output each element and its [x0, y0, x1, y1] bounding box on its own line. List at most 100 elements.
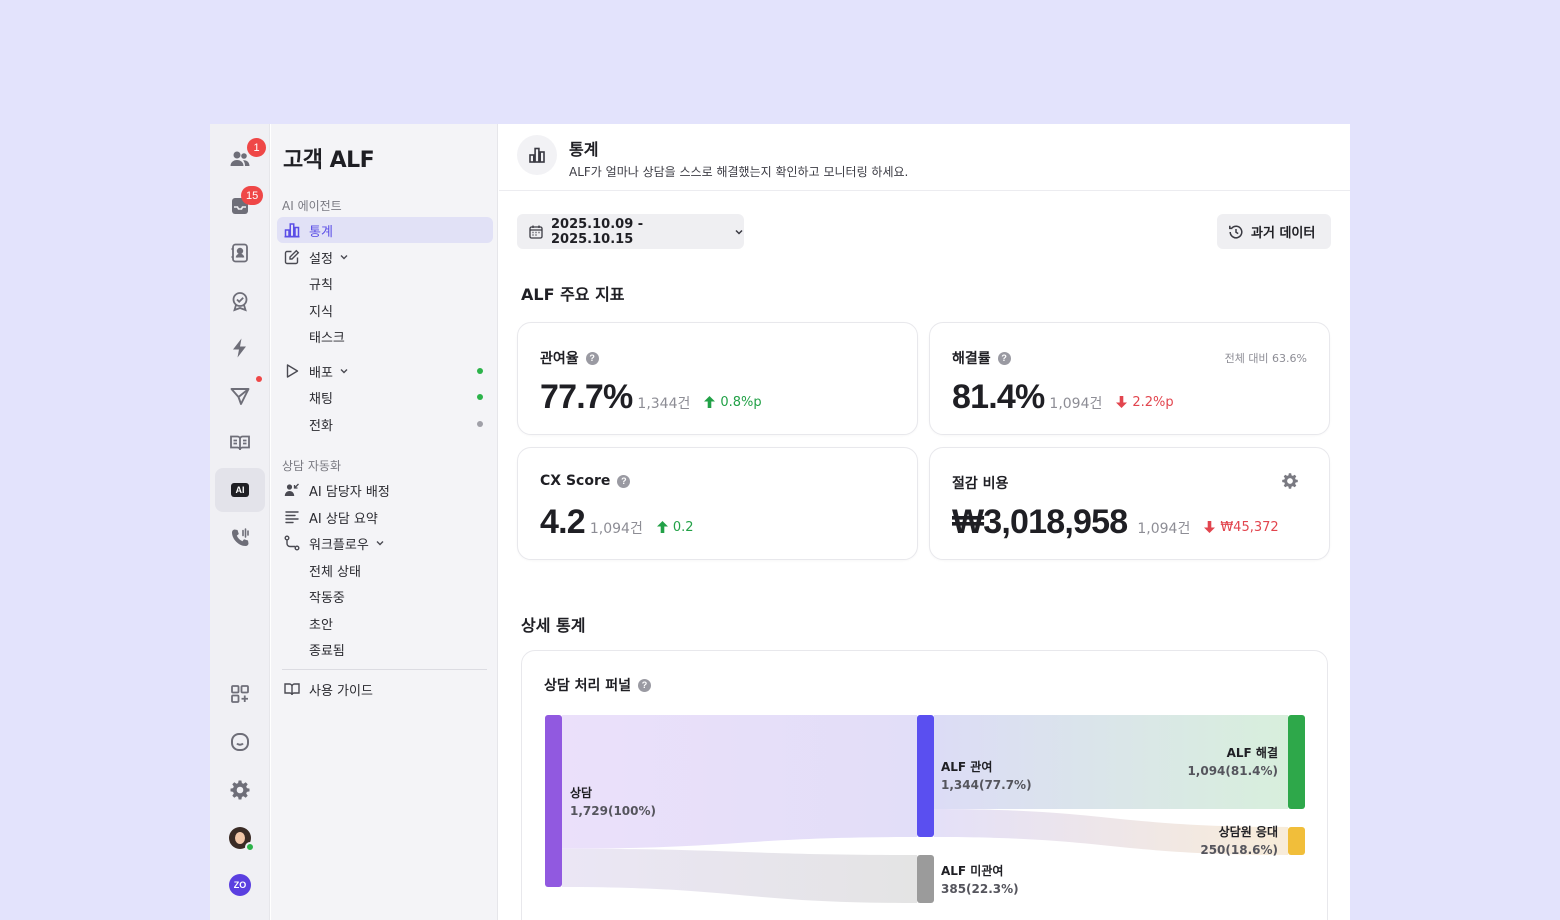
rail-contacts-button[interactable]: [215, 231, 265, 275]
metric-delta: 0.8%p: [704, 394, 762, 410]
sidebar-item-settings[interactable]: 설정: [277, 244, 493, 270]
app-window: 1 15 AI ZO 고객 ALF AI 에이전트 통계 설정 규칙 지식 태스…: [210, 124, 1350, 920]
metric-side-note: 전체 대비 63.6%: [1224, 352, 1307, 365]
chevron-down-icon: [339, 252, 349, 262]
ai-icon: AI: [231, 483, 249, 497]
metric-delta-value: 0.8%p: [720, 394, 762, 410]
metric-value: 81.4%: [952, 378, 1045, 416]
sidebar-divider: [282, 669, 487, 670]
open-book-icon: [229, 432, 251, 454]
metric-label-text: 절감 비용: [952, 476, 1009, 492]
rail-team-chat-button[interactable]: 1: [215, 137, 266, 181]
sidebar-item-label: 종료됨: [309, 643, 345, 659]
sidebar-item-phone[interactable]: 전화: [277, 411, 493, 437]
history-icon: [1228, 224, 1244, 240]
sidebar-item-label: 전체 상태: [309, 564, 361, 580]
sankey-node-alf-involved: [917, 715, 934, 837]
sidebar-item-rules[interactable]: 규칙: [277, 270, 493, 296]
page-title: 통계: [569, 140, 599, 159]
node-name: 상담원 응대: [1218, 825, 1278, 839]
history-data-button[interactable]: 과거 데이터: [1217, 214, 1331, 249]
rail-channel-button[interactable]: [215, 720, 265, 764]
bar-chart-icon: [283, 221, 301, 239]
rail-apps-button[interactable]: [215, 672, 265, 716]
rail-automation-button[interactable]: [215, 326, 265, 370]
rail-phone-button[interactable]: [215, 516, 265, 560]
metric-label-text: 관여율: [540, 351, 579, 367]
sidebar-item-workflow[interactable]: 워크플로우: [277, 530, 493, 556]
sidebar-item-chatting[interactable]: 채팅: [277, 384, 493, 410]
help-icon[interactable]: ?: [585, 351, 599, 365]
section-title-ai-agent: AI 에이전트: [282, 199, 342, 213]
sidebar-item-stats[interactable]: 통계: [277, 217, 493, 243]
node-value: 1,729(100%): [570, 804, 656, 818]
node-value: 1,094(81.4%): [1187, 764, 1278, 778]
sidebar-item-tasks[interactable]: 태스크: [277, 323, 493, 349]
contact-book-icon: [229, 242, 251, 264]
book-icon: [283, 680, 301, 698]
sidebar-item-label: 지식: [309, 304, 333, 320]
metric-label: 관여율 ?: [540, 348, 599, 368]
date-range-picker[interactable]: 2025.10.09 - 2025.10.15: [517, 214, 744, 249]
sidebar-item-label: 사용 가이드: [309, 683, 373, 699]
summary-lines-icon: [283, 508, 301, 526]
sidebar-item-ended[interactable]: 종료됨: [277, 636, 493, 662]
main-content: 통계 ALF가 얼마나 상담을 스스로 해결했는지 확인하고 모니터링 하세요.…: [499, 124, 1350, 920]
status-dot-active: [477, 394, 483, 400]
metric-count: 1,094건: [1049, 396, 1103, 412]
flow-total-to-alf-involved: [562, 715, 917, 849]
metric-value: 77.7%: [540, 378, 633, 416]
rail-ai-button[interactable]: AI: [215, 468, 265, 512]
sidebar-item-knowledge[interactable]: 지식: [277, 297, 493, 323]
rail-settings-button[interactable]: [215, 768, 265, 812]
sidebar-item-label: 전화: [309, 418, 333, 434]
sidebar-item-label: 배포: [309, 365, 333, 381]
node-name: ALF 관여: [941, 760, 993, 774]
sidebar-item-ai-summary[interactable]: AI 상담 요약: [277, 504, 493, 530]
rail-inbox-button[interactable]: 15: [215, 184, 265, 228]
gear-icon[interactable]: [1281, 472, 1299, 490]
rail-campaign-button[interactable]: [215, 374, 265, 418]
metric-card-involvement: 관여율 ? 77.7% 1,344건 0.8%p: [517, 322, 918, 435]
sidebar-item-label: AI 담당자 배정: [309, 484, 390, 500]
sidebar-item-deploy[interactable]: 배포: [277, 358, 493, 384]
channel-icon: [229, 731, 251, 753]
chevron-down-icon: [734, 227, 744, 237]
arrow-down-icon: [1204, 521, 1220, 533]
paper-plane-icon: [229, 385, 251, 407]
node-value: 250(18.6%): [1200, 843, 1278, 857]
metrics-section-title: ALF 주요 지표: [521, 285, 625, 304]
arrow-down-icon: [1116, 396, 1132, 408]
rail-docs-button[interactable]: [215, 421, 265, 465]
sankey-node-alf-resolved: [1288, 715, 1305, 809]
page-subtitle: ALF가 얼마나 상담을 스스로 해결했는지 확인하고 모니터링 하세요.: [569, 165, 909, 179]
arrow-up-icon: [704, 396, 720, 408]
metric-label-text: CX Score: [540, 473, 611, 489]
sankey-label-alf-resolved: ALF 해결 1,094(81.4%): [1187, 744, 1278, 780]
metric-value-row: 4.2 1,094건 0.2: [540, 503, 694, 542]
rail-profile-button[interactable]: [215, 816, 265, 860]
sidebar-item-ai-assign[interactable]: AI 담당자 배정: [277, 477, 493, 503]
edit-icon: [283, 248, 301, 266]
rail-workspace-button[interactable]: ZO: [215, 863, 265, 907]
metric-value-row: 77.7% 1,344건 0.8%p: [540, 378, 762, 417]
metric-label-text: 해결률: [952, 351, 991, 367]
metric-value: ₩3,018,958: [952, 503, 1128, 541]
sidebar-item-draft[interactable]: 초안: [277, 610, 493, 636]
help-icon[interactable]: ?: [617, 474, 631, 488]
sidebar-item-label: 초안: [309, 617, 333, 633]
notification-badge: 1: [247, 138, 266, 157]
date-range-value: 2025.10.09 - 2025.10.15: [551, 216, 644, 247]
workspace-logo: ZO: [229, 874, 251, 896]
metric-delta-value: ₩45,372: [1220, 519, 1279, 535]
metric-delta-value: 0.2: [672, 519, 694, 535]
sidebar-item-label: 워크플로우: [309, 537, 369, 553]
sidebar-item-all-status[interactable]: 전체 상태: [277, 557, 493, 583]
rail-quality-button[interactable]: [215, 279, 265, 323]
sidebar-item-guide[interactable]: 사용 가이드: [277, 676, 493, 702]
sidebar-title: 고객 ALF: [283, 148, 375, 173]
play-icon: [283, 362, 301, 380]
help-icon[interactable]: ?: [997, 351, 1011, 365]
metric-value: 4.2: [540, 503, 586, 541]
sidebar-item-running[interactable]: 작동중: [277, 583, 493, 609]
